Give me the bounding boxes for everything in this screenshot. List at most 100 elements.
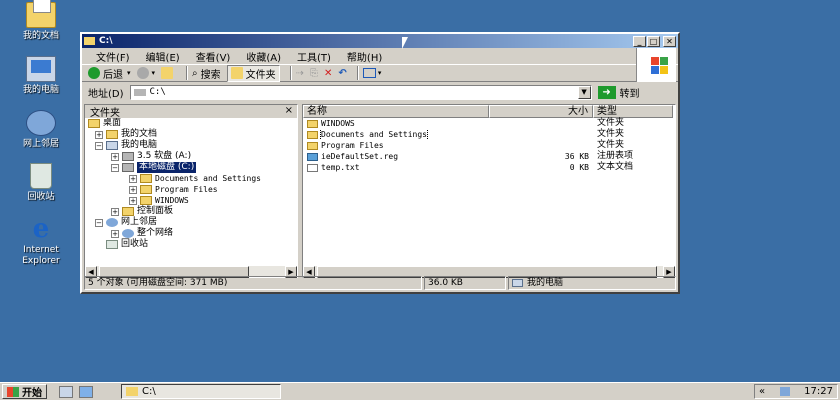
move-to-button[interactable]: ⇢ — [296, 68, 304, 79]
tree-item-label: Documents and Settings — [155, 174, 261, 183]
chevron-down-icon: ▾ — [127, 69, 131, 77]
status-object-count: 5 个对象 (可用磁盘空间: 371 MB) — [84, 276, 422, 290]
file-row[interactable]: Documents and Settings 文件夹 — [303, 129, 675, 140]
expand-icon[interactable]: + — [95, 130, 103, 139]
tree-item-desktop[interactable]: 桌面 — [85, 118, 297, 129]
expand-icon[interactable]: + — [129, 174, 137, 183]
column-size[interactable]: 大小 — [489, 105, 593, 118]
toolbar-separator — [186, 66, 189, 80]
tree-item-entire-network[interactable]: + 整个网络 — [85, 228, 297, 239]
file-name: Documents and Settings — [320, 129, 428, 140]
tree-item-windows[interactable]: + WINDOWS — [85, 195, 297, 206]
tree-item-program-files[interactable]: + Program Files — [85, 184, 297, 195]
tree-item-label: Program Files — [155, 185, 218, 194]
column-type[interactable]: 类型 — [593, 105, 673, 118]
hard-drive-icon — [122, 163, 134, 172]
internet-explorer-icon[interactable] — [79, 385, 93, 398]
status-location: 我的电脑 — [508, 276, 676, 290]
tree-item-control-panel[interactable]: + 控制面板 — [85, 206, 297, 217]
menu-file[interactable]: 文件(F) — [88, 49, 138, 64]
up-folder-button[interactable] — [161, 67, 176, 79]
expand-icon[interactable]: + — [129, 196, 137, 205]
file-type: 文件夹 — [597, 140, 625, 150]
recycle-bin-icon — [106, 240, 118, 249]
tree-item-network-places[interactable]: − 网上邻居 — [85, 217, 297, 228]
file-row[interactable]: Program Files 文件夹 — [303, 140, 675, 151]
close-pane-button[interactable]: × — [285, 105, 293, 116]
tree-item-floppy[interactable]: + 3.5 软盘 (A:) — [85, 151, 297, 162]
go-button[interactable]: ➜ 转到 — [597, 85, 640, 100]
folder-icon — [84, 37, 95, 45]
drive-icon — [133, 88, 146, 96]
folders-pane: 文件夹 × 桌面 + 我的文档 − 我的电脑 + 3.5 软盘 (A:) − 本… — [84, 104, 298, 278]
tree-item-my-documents[interactable]: + 我的文档 — [85, 129, 297, 140]
tree-item-recycle-bin[interactable]: 回收站 — [85, 239, 297, 250]
tree-item-my-computer[interactable]: − 我的电脑 — [85, 140, 297, 151]
show-desktop-icon[interactable] — [59, 385, 73, 398]
file-row[interactable]: temp.txt 0 KB 文本文档 — [303, 162, 675, 173]
tray-expand-button[interactable]: « — [759, 386, 765, 397]
column-name[interactable]: 名称 — [303, 105, 489, 118]
menu-view[interactable]: 查看(V) — [188, 49, 239, 64]
system-tray: « 17:27 — [754, 384, 838, 399]
search-button[interactable]: ⌕ 搜索 — [192, 66, 221, 81]
collapse-icon[interactable]: − — [95, 141, 103, 150]
title-bar[interactable]: C:\ _ □ ✕ — [82, 34, 678, 48]
quick-launch — [59, 385, 93, 398]
network-status-icon[interactable] — [779, 387, 790, 396]
views-button[interactable]: ▾ — [362, 68, 381, 78]
desktop-icon-label: 网上邻居 — [22, 139, 59, 149]
file-row[interactable]: WINDOWS 文件夹 — [303, 118, 675, 129]
menu-tools[interactable]: 工具(T) — [289, 49, 339, 64]
taskbar: 开始 C:\ « 17:27 — [0, 382, 840, 400]
desktop-icon-my-documents[interactable]: 我的文档 — [3, 0, 79, 42]
taskbar-button-explorer[interactable]: C:\ — [121, 384, 281, 399]
menu-help[interactable]: 帮助(H) — [339, 49, 390, 64]
expand-icon[interactable]: + — [111, 229, 119, 238]
search-label: 搜索 — [200, 69, 221, 81]
status-location-label: 我的电脑 — [527, 278, 564, 288]
tree-item-label: 我的电脑 — [121, 140, 158, 150]
file-type: 文本文档 — [597, 162, 634, 172]
folders-button[interactable]: 文件夹 — [226, 64, 280, 82]
computer-icon — [512, 279, 523, 287]
tree-item-local-disk-c[interactable]: − 本地磁盘 (C:) — [85, 162, 297, 173]
folder-tree: 桌面 + 我的文档 − 我的电脑 + 3.5 软盘 (A:) − 本地磁盘 (C… — [85, 118, 297, 266]
delete-button[interactable]: ✕ — [324, 68, 332, 79]
address-input[interactable]: C:\ ▼ — [129, 84, 592, 100]
desktop-icon-internet-explorer[interactable]: e Internet Explorer — [3, 216, 79, 267]
back-button[interactable]: 后退 ▾ — [88, 66, 131, 81]
collapse-icon[interactable]: − — [95, 218, 103, 227]
desktop-icon — [88, 119, 100, 128]
expand-icon[interactable]: + — [111, 152, 119, 161]
menu-edit[interactable]: 编辑(E) — [138, 49, 188, 64]
folders-pane-header: 文件夹 × — [85, 105, 297, 119]
address-dropdown-button[interactable]: ▼ — [577, 85, 591, 99]
clock[interactable]: 17:27 — [804, 386, 833, 397]
expand-icon[interactable]: + — [111, 207, 119, 216]
address-value: C:\ — [149, 87, 166, 97]
forward-button[interactable]: ▾ — [136, 67, 155, 79]
folder-icon — [126, 387, 138, 396]
registry-file-icon — [307, 152, 318, 161]
undo-icon: ↶ — [338, 67, 347, 79]
minimize-button[interactable]: _ — [633, 35, 646, 47]
desktop-icon-my-computer[interactable]: 我的电脑 — [3, 56, 79, 96]
tree-item-documents-and-settings[interactable]: + Documents and Settings — [85, 173, 297, 184]
collapse-icon[interactable]: − — [111, 163, 119, 172]
folder-icon — [140, 174, 152, 183]
windows-flag-icon — [7, 386, 19, 397]
forward-arrow-icon — [136, 67, 149, 79]
start-button[interactable]: 开始 — [2, 384, 47, 399]
maximize-button[interactable]: □ — [647, 35, 660, 47]
menu-favorites[interactable]: 收藏(A) — [238, 49, 289, 64]
expand-icon[interactable]: + — [129, 185, 137, 194]
close-button[interactable]: ✕ — [663, 35, 676, 47]
file-row[interactable]: ieDefaultSet.reg 36 KB 注册表项 — [303, 151, 675, 162]
desktop-icon-recycle-bin[interactable]: 回收站 — [3, 163, 79, 203]
desktop-icon-network-places[interactable]: 网上邻居 — [3, 110, 79, 150]
copy-to-button[interactable]: ⎘ — [310, 68, 318, 79]
tree-item-label: 控制面板 — [137, 206, 174, 216]
file-size — [481, 140, 593, 151]
undo-button[interactable]: ↶ — [338, 68, 346, 79]
